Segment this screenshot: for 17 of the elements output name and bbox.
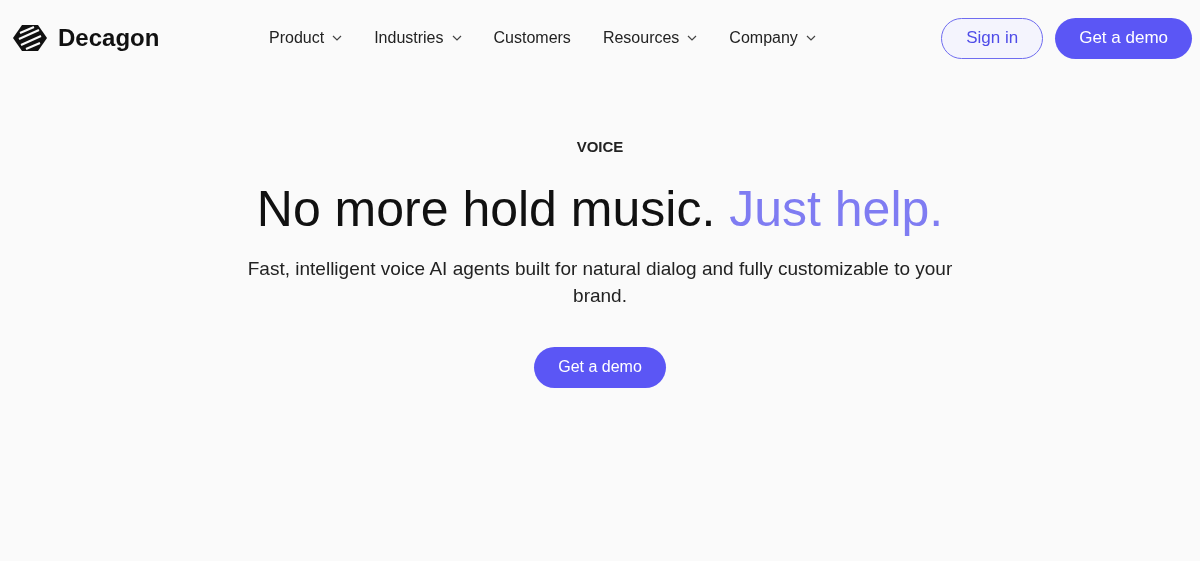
chevron-down-icon (332, 35, 343, 41)
nav-link[interactable]: Customers (493, 26, 571, 50)
nav-link[interactable]: Company (729, 26, 816, 50)
brand-name: Decagon (58, 23, 160, 53)
hero-heading: No more hold music. Just help. (256, 179, 944, 239)
nav-link[interactable]: Product (269, 26, 343, 50)
chevron-down-icon (805, 35, 816, 41)
chevron-down-icon (687, 35, 698, 41)
nav-link[interactable]: Industries (374, 26, 462, 50)
nav-link[interactable]: Resources (602, 26, 698, 50)
hero-subtitle: Fast, intelligent voice AI agents built for natural dialog and fully customizable to your brand. (246, 256, 954, 308)
chevron-down-icon (451, 35, 462, 41)
sign-in-button[interactable]: Sign in (941, 17, 1044, 59)
demo-button[interactable]: Get a demo (534, 346, 666, 388)
section-label: VOICE (576, 137, 624, 157)
logo-icon (12, 24, 48, 52)
demo-button[interactable]: Get a demo (1055, 17, 1192, 59)
